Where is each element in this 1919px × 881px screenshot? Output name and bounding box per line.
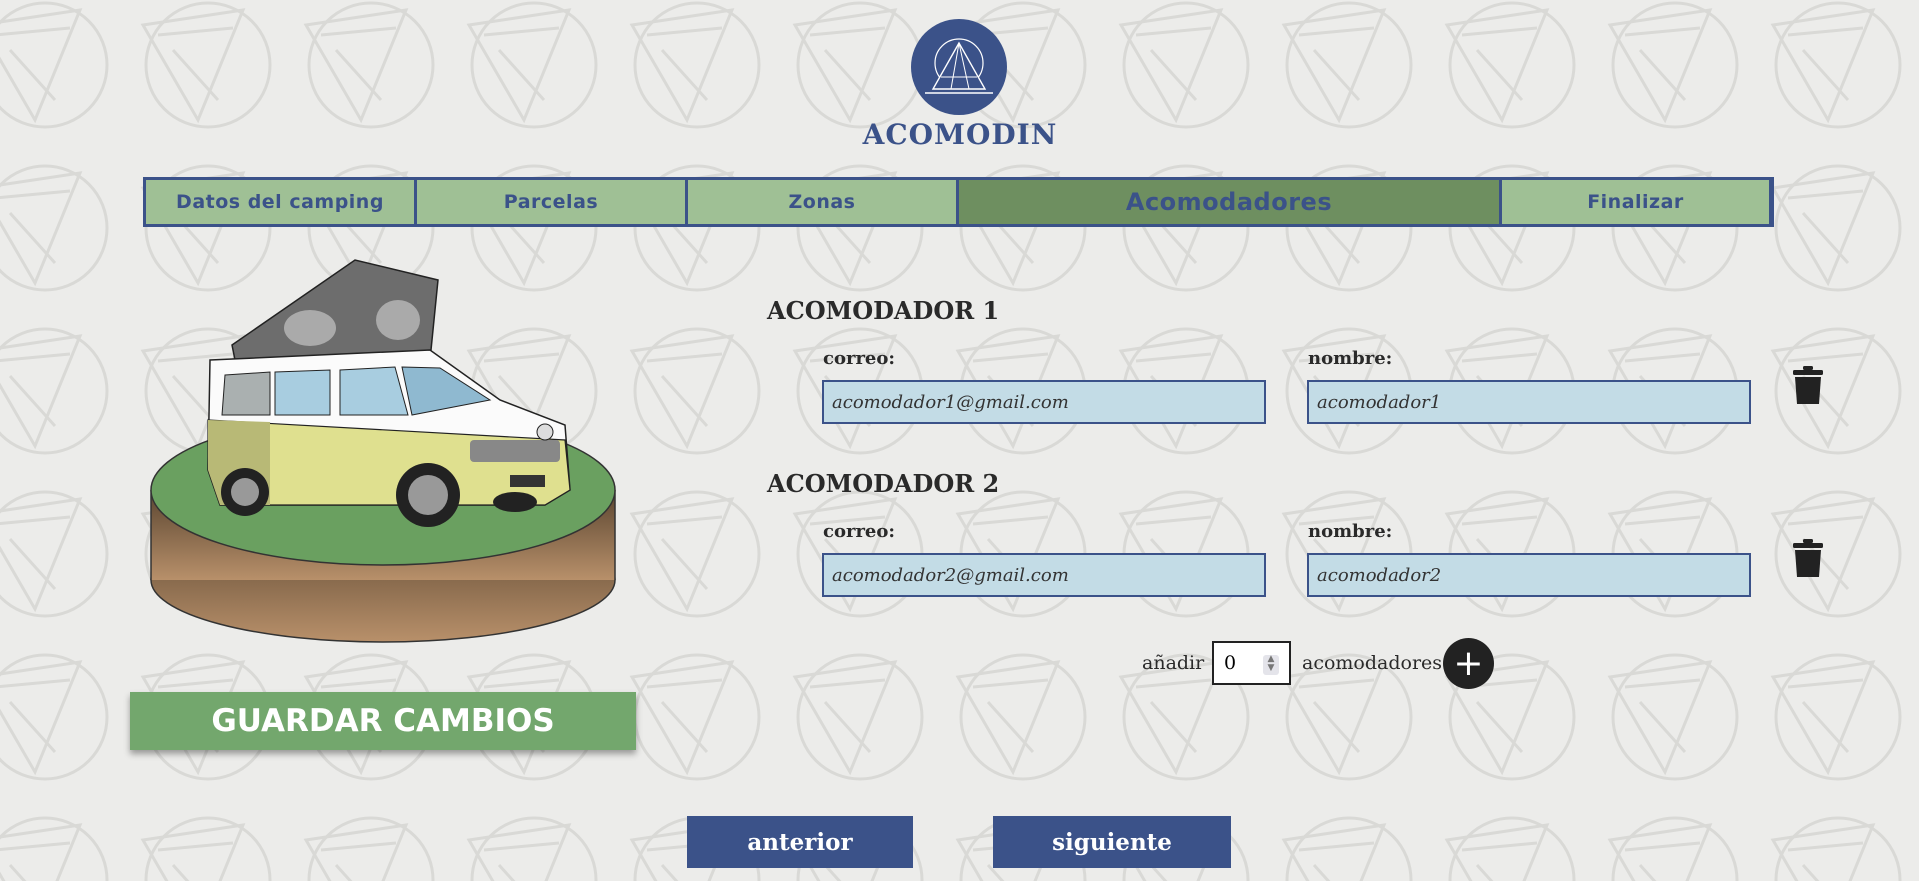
acomodador-2-email-label: correo: [823,521,896,542]
acomodador-2-name-field[interactable]: acomodador2 [1307,553,1751,597]
trash-icon[interactable] [1791,365,1825,405]
brand-name: ACOMODIN [862,118,1058,151]
acomodador-2-heading: ACOMODADOR 2 [767,469,1000,498]
plus-icon: + [1453,642,1484,684]
acomodador-1-name-label: nombre: [1308,348,1393,369]
tab-datos-del-camping[interactable]: Datos del camping [146,180,414,224]
logo[interactable] [911,19,1007,115]
number-spinner[interactable]: ▲ ▼ [1263,655,1279,675]
tent-icon [925,38,993,94]
tab-zonas[interactable]: Zonas [688,180,956,224]
tab-finalizar[interactable]: Finalizar [1502,180,1769,224]
acomodador-2-name-label: nombre: [1308,521,1393,542]
acomodador-1-email-field[interactable]: acomodador1@gmail.com [822,380,1266,424]
add-suffix-label: acomodadores [1302,652,1443,674]
add-acomodadores-button[interactable]: + [1443,638,1494,689]
camper-van-icon [150,259,616,643]
add-count-value: 0 [1224,652,1237,674]
acomodador-1-name-field[interactable]: acomodador1 [1307,380,1751,424]
acomodador-1-email-label: correo: [823,348,896,369]
acomodador-1-heading: ACOMODADOR 1 [767,296,1000,325]
trash-icon[interactable] [1791,538,1825,578]
tab-parcelas[interactable]: Parcelas [417,180,685,224]
step-tabs: Datos del camping Parcelas Zonas Acomoda… [143,177,1774,227]
tab-acomodadores[interactable]: Acomodadores [959,180,1499,224]
add-count-input[interactable]: 0 ▲ ▼ [1212,641,1291,685]
acomodador-2-email-field[interactable]: acomodador2@gmail.com [822,553,1266,597]
add-prefix-label: añadir [1142,652,1205,674]
save-changes-button[interactable]: GUARDAR CAMBIOS [130,692,636,750]
next-button[interactable]: siguiente [993,816,1231,868]
previous-button[interactable]: anterior [687,816,913,868]
